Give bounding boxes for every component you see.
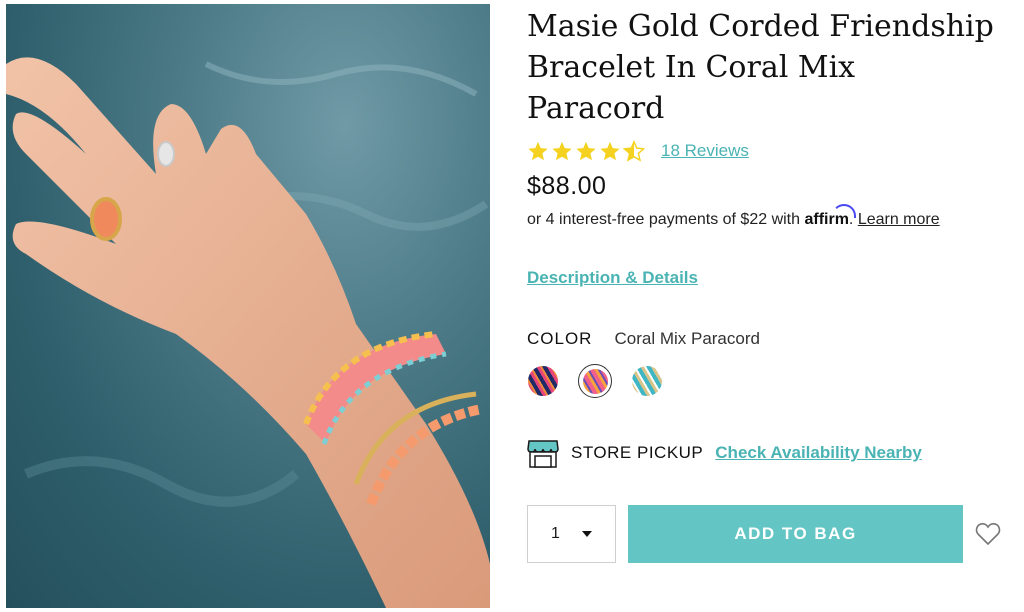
add-to-bag-button[interactable]: ADD TO BAG xyxy=(628,505,963,563)
star-icon xyxy=(528,141,548,161)
swatch-option-coral-mix[interactable] xyxy=(578,364,612,398)
rating-row: 18 Reviews xyxy=(527,140,749,162)
product-title: Masie Gold Corded Friendship Bracelet In… xyxy=(527,9,994,126)
quantity-value: 1 xyxy=(551,525,560,542)
color-swatches xyxy=(527,364,663,398)
affirm-arc-icon xyxy=(832,204,857,218)
color-row: COLOR Coral Mix Paracord xyxy=(527,329,760,349)
store-pickup-label: STORE PICKUP xyxy=(571,443,704,462)
financing-text: or 4 interest-free payments of $22 with … xyxy=(527,204,940,229)
financing-prefix: or 4 interest-free payments of $22 with xyxy=(527,211,805,228)
product-photo xyxy=(6,4,490,608)
swatch-coral-mix[interactable] xyxy=(582,368,608,394)
check-availability-link[interactable]: Check Availability Nearby xyxy=(715,443,922,463)
star-icon xyxy=(576,141,596,161)
swatch-option-navy-pink[interactable] xyxy=(527,365,559,397)
star-rating xyxy=(527,140,645,162)
star-icon xyxy=(552,141,572,161)
selected-color-value: Coral Mix Paracord xyxy=(614,329,760,348)
learn-more-link[interactable]: Learn more xyxy=(858,211,940,228)
affirm-logo: affirm xyxy=(804,204,857,228)
reviews-link[interactable]: 18 Reviews xyxy=(661,141,749,161)
heart-outline-icon[interactable] xyxy=(975,522,1001,546)
storefront-icon xyxy=(527,440,559,468)
swatch-teal-gold[interactable] xyxy=(632,366,662,396)
store-pickup-row: STORE PICKUP Check Availability Nearby xyxy=(527,437,922,469)
swatch-navy-pink[interactable] xyxy=(528,366,558,396)
description-details-link[interactable]: Description & Details xyxy=(527,268,698,288)
swatch-option-teal-gold[interactable] xyxy=(631,365,663,397)
color-label: COLOR xyxy=(527,329,593,348)
product-price: $88.00 xyxy=(527,172,607,200)
quantity-select[interactable]: 1 xyxy=(527,505,616,563)
star-icon xyxy=(600,141,620,161)
caret-down-icon xyxy=(581,531,592,537)
half-star-icon xyxy=(623,140,645,162)
